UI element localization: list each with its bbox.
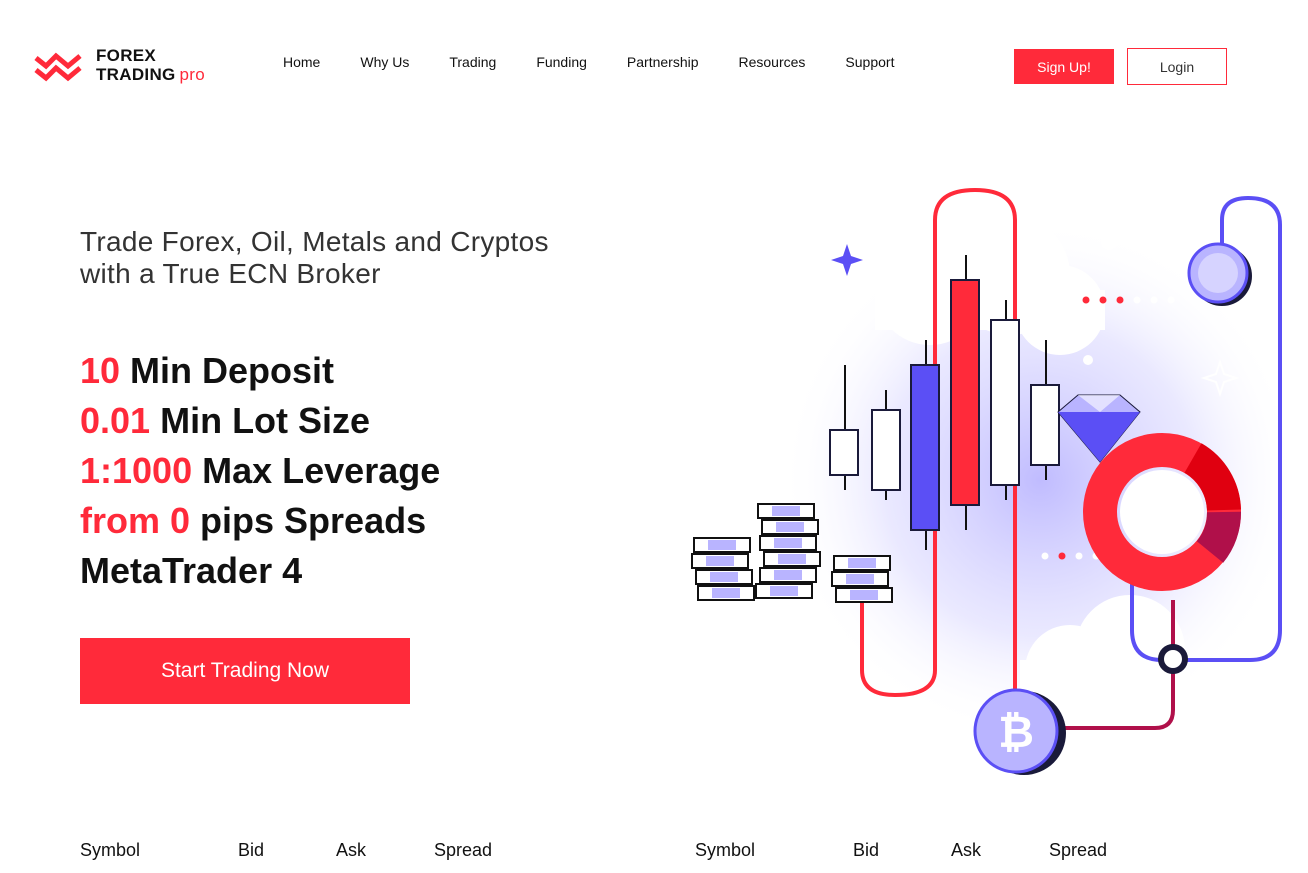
dot [1083, 355, 1093, 365]
feature-text: Max Leverage [192, 450, 441, 491]
feature-platform: MetaTrader 4 [80, 546, 440, 596]
feature-highlight: 10 [80, 350, 121, 391]
feature-spreads: from 0 pips Spreads [80, 496, 440, 546]
tagline-line1: Trade Forex, Oil, Metals and Cryptos [80, 226, 549, 257]
login-button[interactable]: Login [1127, 48, 1227, 85]
tagline-line2: with a True ECN Broker [80, 258, 381, 289]
feature-highlight: 1:1000 [80, 450, 193, 491]
brand-logo[interactable]: FOREX TRADING pro [34, 44, 234, 88]
logo-chevron-icon [34, 52, 82, 82]
nav-item-why-us[interactable]: Why Us [360, 54, 409, 70]
feature-text: MetaTrader 4 [80, 550, 303, 591]
sparkle-icon [831, 244, 863, 276]
feature-list: 10 Min Deposit 0.01 Min Lot Size 1:1000 … [80, 346, 440, 596]
feature-highlight: from 0 [80, 500, 191, 541]
nav-item-support[interactable]: Support [845, 54, 894, 70]
column-spread[interactable]: Spread [434, 840, 534, 861]
column-symbol[interactable]: Symbol [695, 840, 853, 861]
column-ask[interactable]: Ask [336, 840, 434, 861]
logo-line1: FOREX [96, 46, 157, 65]
quotes-table-right-header: Symbol Bid Ask Spread [695, 840, 1149, 861]
logo-line2: TRADING [96, 65, 176, 84]
column-spread[interactable]: Spread [1049, 840, 1149, 861]
site-header: FOREX TRADING pro Home Why Us Trading Fun… [0, 0, 1308, 130]
column-symbol[interactable]: Symbol [80, 840, 238, 861]
connector-ring-icon [1158, 644, 1188, 674]
signup-button[interactable]: Sign Up! [1014, 49, 1114, 84]
logo-suffix: pro [179, 65, 206, 84]
column-bid[interactable]: Bid [238, 840, 336, 861]
nav-item-partnership[interactable]: Partnership [627, 54, 699, 70]
main-nav: Home Why Us Trading Funding Partnership … [283, 54, 934, 70]
nav-item-funding[interactable]: Funding [536, 54, 587, 70]
start-trading-button[interactable]: Start Trading Now [80, 638, 410, 704]
nav-item-resources[interactable]: Resources [739, 54, 806, 70]
feature-text: pips Spreads [190, 500, 427, 541]
quotes-table-left-header: Symbol Bid Ask Spread [80, 840, 534, 861]
logo-wordmark: FOREX TRADING pro [96, 46, 205, 84]
feature-min-deposit: 10 Min Deposit [80, 346, 440, 396]
svg-text:₿: ₿ [998, 708, 1034, 757]
hero-illustration: ₿ [691, 187, 1300, 775]
column-ask[interactable]: Ask [951, 840, 1049, 861]
dot [1101, 234, 1117, 250]
feature-max-leverage: 1:1000 Max Leverage [80, 446, 440, 496]
feature-text: Min Deposit [120, 350, 335, 391]
feature-min-lot-size: 0.01 Min Lot Size [80, 396, 440, 446]
nav-item-home[interactable]: Home [283, 54, 320, 70]
column-bid[interactable]: Bid [853, 840, 951, 861]
hero-tagline: Trade Forex, Oil, Metals and Cryptos wit… [80, 226, 640, 290]
feature-highlight: 0.01 [80, 400, 151, 441]
feature-text: Min Lot Size [150, 400, 371, 441]
bitcoin-icon: ₿ [973, 688, 1066, 775]
nav-item-trading[interactable]: Trading [449, 54, 496, 70]
